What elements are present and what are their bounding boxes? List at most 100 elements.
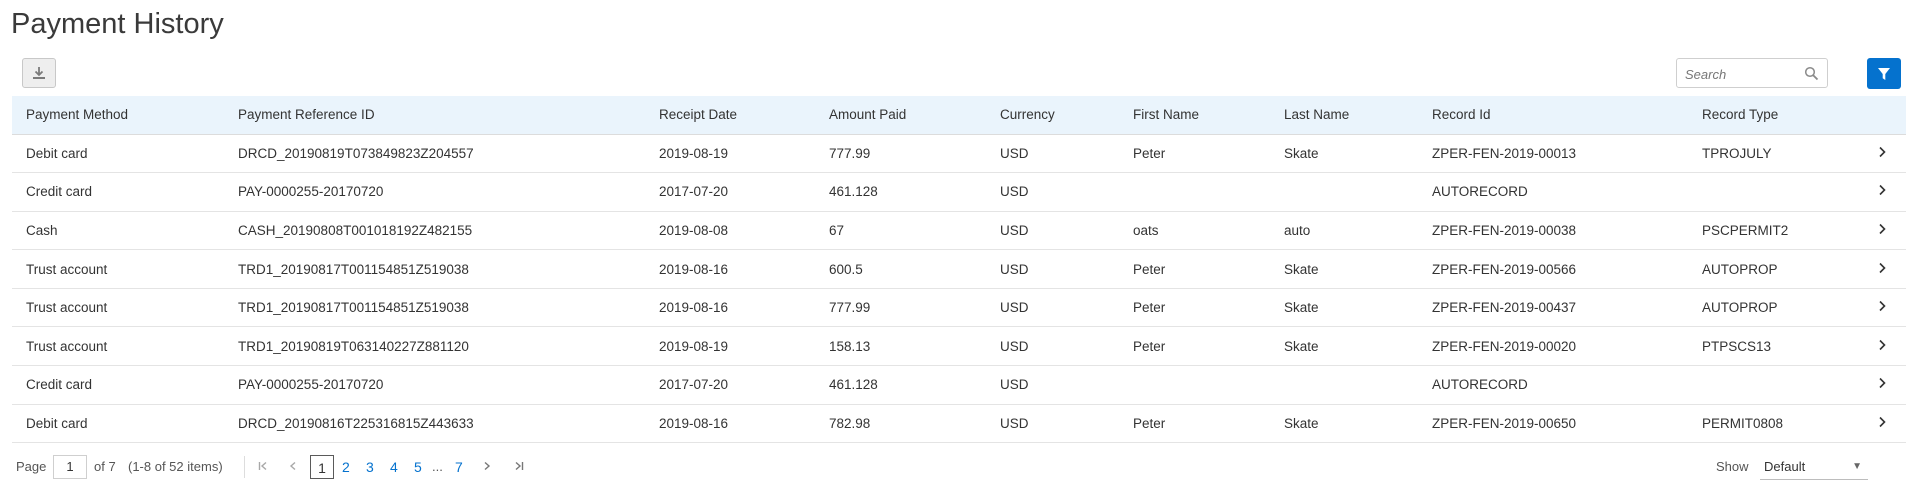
cell-payment-method: Trust account (12, 288, 224, 328)
cell-first-name: Peter (1119, 249, 1270, 289)
cell-record-type: TPROJULY (1688, 134, 1858, 174)
search-input[interactable] (1683, 60, 1807, 88)
cell-receipt-date: 2019-08-16 (645, 288, 815, 328)
cell-amount-paid: 158.13 (815, 326, 986, 367)
cell-payment-reference-id: PAY-0000255-20170720 (224, 172, 645, 212)
cell-payment-reference-id: CASH_20190808T001018192Z482155 (224, 211, 645, 251)
cell-record-type: AUTOPROP (1688, 288, 1858, 328)
column-header-actions (1858, 96, 1906, 135)
table-row[interactable]: Credit card PAY-0000255-20170720 2017-07… (12, 172, 1906, 212)
cell-payment-reference-id: DRCD_20190819T073849823Z204557 (224, 134, 645, 174)
cell-currency: USD (986, 288, 1119, 328)
download-button[interactable] (22, 58, 56, 88)
column-header-first-name[interactable]: First Name (1119, 96, 1270, 135)
cell-payment-method: Cash (12, 211, 224, 251)
table-row[interactable]: Debit card DRCD_20190816T225316815Z44363… (12, 404, 1906, 444)
first-page-button[interactable] (258, 454, 268, 480)
row-action[interactable] (1858, 249, 1906, 289)
show-select[interactable]: Default ▼ (1760, 454, 1868, 480)
cell-record-id: ZPER-FEN-2019-00020 (1418, 326, 1688, 367)
page-button-5[interactable]: 5 (414, 454, 422, 480)
column-header-payment-reference-id[interactable]: Payment Reference ID (224, 96, 645, 135)
cell-first-name: oats (1119, 211, 1270, 251)
page-number-input[interactable] (53, 455, 87, 479)
page-button-3[interactable]: 3 (366, 454, 374, 480)
cell-record-type: AUTOPROP (1688, 249, 1858, 289)
row-action[interactable] (1858, 172, 1906, 212)
cell-last-name (1270, 365, 1418, 405)
table-row[interactable]: Credit card PAY-0000255-20170720 2017-07… (12, 365, 1906, 405)
next-page-icon (484, 461, 491, 471)
cell-currency: USD (986, 365, 1119, 405)
chevron-right-icon (1879, 146, 1886, 157)
pages-ellipsis: ... (432, 459, 443, 474)
cell-amount-paid: 461.128 (815, 172, 986, 212)
cell-amount-paid: 461.128 (815, 365, 986, 405)
page-count-label: of 7 (94, 459, 116, 474)
show-select-value: Default (1764, 459, 1806, 474)
download-icon (33, 67, 45, 79)
cell-first-name (1119, 172, 1270, 212)
column-header-last-name[interactable]: Last Name (1270, 96, 1418, 135)
items-range-label: (1-8 of 52 items) (128, 459, 223, 474)
cell-amount-paid: 777.99 (815, 288, 986, 328)
row-action[interactable] (1858, 134, 1906, 174)
cell-last-name: Skate (1270, 249, 1418, 289)
column-header-receipt-date[interactable]: Receipt Date (645, 96, 815, 135)
search-box (1676, 58, 1828, 88)
row-action[interactable] (1858, 211, 1906, 251)
page-button-2[interactable]: 2 (342, 454, 350, 480)
cell-record-id: ZPER-FEN-2019-00650 (1418, 404, 1688, 444)
row-action[interactable] (1858, 326, 1906, 367)
cell-record-id: ZPER-FEN-2019-00013 (1418, 134, 1688, 174)
filter-button[interactable] (1867, 58, 1901, 89)
cell-first-name: Peter (1119, 288, 1270, 328)
cell-record-type (1688, 365, 1858, 405)
payment-history-table: Payment Method Payment Reference ID Rece… (12, 96, 1906, 444)
table-row[interactable]: Trust account TRD1_20190817T001154851Z51… (12, 249, 1906, 289)
cell-amount-paid: 777.99 (815, 134, 986, 174)
cell-receipt-date: 2019-08-16 (645, 249, 815, 289)
cell-first-name: Peter (1119, 404, 1270, 444)
page-button-4[interactable]: 4 (390, 454, 398, 480)
cell-record-id: AUTORECORD (1418, 365, 1688, 405)
column-header-payment-method[interactable]: Payment Method (12, 96, 224, 135)
cell-receipt-date: 2019-08-19 (645, 134, 815, 174)
last-page-button[interactable] (514, 454, 524, 480)
caret-down-icon: ▼ (1852, 461, 1862, 472)
cell-payment-method: Credit card (12, 365, 224, 405)
cell-record-type (1688, 172, 1858, 212)
cell-payment-method: Debit card (12, 134, 224, 174)
cell-payment-method: Trust account (12, 326, 224, 367)
next-page-button[interactable] (482, 454, 492, 480)
table-row[interactable]: Debit card DRCD_20190819T073849823Z20455… (12, 134, 1906, 174)
column-header-record-id[interactable]: Record Id (1418, 96, 1688, 135)
cell-receipt-date: 2019-08-16 (645, 404, 815, 444)
cell-receipt-date: 2017-07-20 (645, 172, 815, 212)
previous-page-button[interactable] (288, 454, 298, 480)
filter-icon (1878, 67, 1890, 80)
cell-record-id: AUTORECORD (1418, 172, 1688, 212)
column-header-amount-paid[interactable]: Amount Paid (815, 96, 986, 135)
row-action[interactable] (1858, 365, 1906, 405)
cell-record-type: PTPSCS13 (1688, 326, 1858, 367)
cell-currency: USD (986, 249, 1119, 289)
page-button-1[interactable]: 1 (310, 455, 334, 479)
chevron-right-icon (1879, 339, 1886, 350)
cell-payment-reference-id: TRD1_20190817T001154851Z519038 (224, 249, 645, 289)
row-action[interactable] (1858, 404, 1906, 444)
search-icon[interactable] (1804, 66, 1819, 81)
table-row[interactable]: Trust account TRD1_20190817T001154851Z51… (12, 288, 1906, 328)
column-header-record-type[interactable]: Record Type (1688, 96, 1858, 135)
cell-amount-paid: 67 (815, 211, 986, 251)
row-action[interactable] (1858, 288, 1906, 328)
table-row[interactable]: Trust account TRD1_20190819T063140227Z88… (12, 326, 1906, 367)
column-header-currency[interactable]: Currency (986, 96, 1119, 135)
page-label: Page (16, 459, 47, 474)
cell-last-name: Skate (1270, 288, 1418, 328)
cell-currency: USD (986, 211, 1119, 251)
page-button-7[interactable]: 7 (455, 454, 463, 480)
chevron-right-icon (1879, 416, 1886, 428)
table-row[interactable]: Cash CASH_20190808T001018192Z482155 2019… (12, 211, 1906, 251)
pagination: Page of 7 (1-8 of 52 items) 1 2 3 4 5 ..… (14, 454, 1894, 480)
